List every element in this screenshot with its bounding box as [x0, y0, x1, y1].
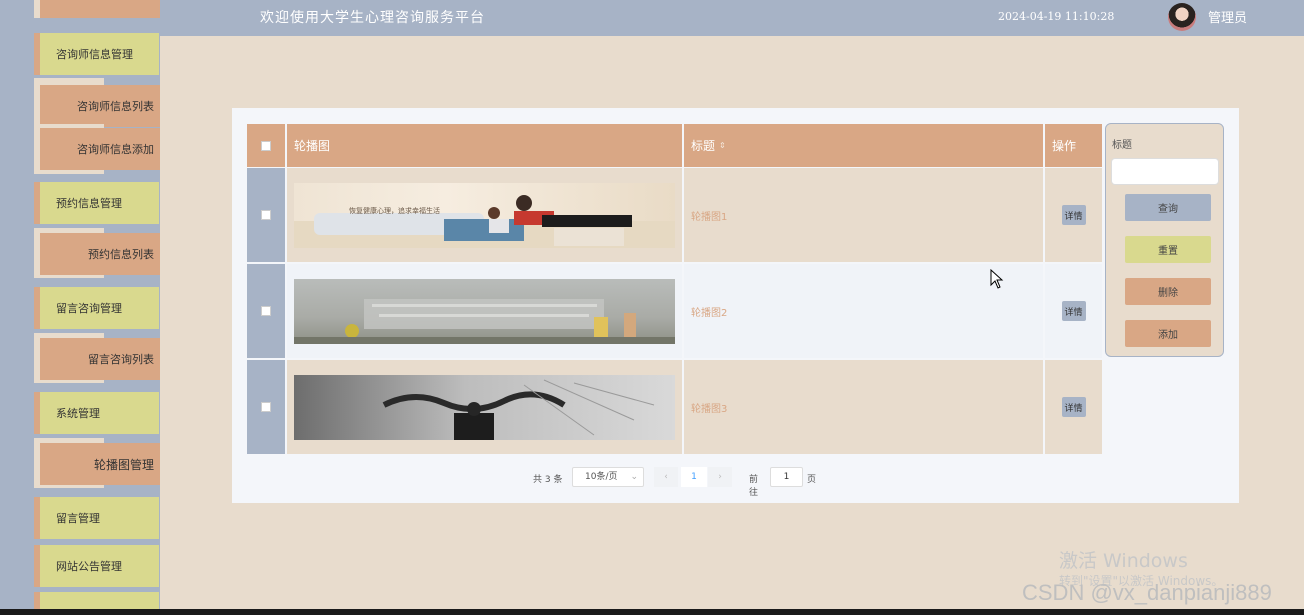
banner-image-1-art: 恢复健康心理，追求幸福生活 [294, 194, 675, 248]
banner-image-2-art [294, 298, 675, 344]
app-title: 欢迎使用大学生心理咨询服务平台 [260, 10, 485, 26]
sort-icon[interactable]: ⇕ [719, 141, 726, 150]
sidebar-item-label: 轮播图管理 [93, 457, 154, 472]
sidebar-item-message-management[interactable]: 留言管理 [34, 497, 159, 539]
row-title: 轮播图1 [691, 211, 728, 223]
user-role[interactable]: 管理员 [1208, 7, 1247, 26]
sidebar-item-carousel-management[interactable]: 轮播图管理 [40, 443, 160, 485]
sidebar-item-counselor-list[interactable]: 咨询师信息列表 [40, 85, 160, 127]
search-title-label: 标题 [1112, 140, 1132, 151]
search-panel: 标题 查询 重置 删除 添加 [1105, 123, 1224, 357]
detail-button[interactable]: 详情 [1061, 301, 1086, 321]
header-title-label: 标题 [691, 139, 716, 153]
banner-image-3 [294, 374, 675, 440]
sidebar: 咨询师信息管理 咨询师信息列表 咨询师信息添加 预约信息管理 预约信息列表 留言… [0, 0, 160, 615]
row-select[interactable] [247, 360, 287, 454]
sidebar-item-message-consult-management[interactable]: 留言咨询管理 [34, 287, 159, 329]
page-suffix-label: 页 [807, 475, 817, 485]
sidebar-item-cutoff[interactable] [34, 0, 160, 18]
sidebar-item-label: 咨询师信息添加 [77, 143, 154, 156]
row-ops-cell: 详情 [1045, 168, 1102, 262]
row-image-cell: 恢复健康心理，追求幸福生活 [287, 168, 684, 262]
row-select[interactable] [247, 264, 287, 358]
delete-button[interactable]: 删除 [1125, 278, 1211, 305]
total-count: 共 3 条 [533, 475, 563, 485]
sidebar-item-message-consult-list[interactable]: 留言咨询列表 [40, 338, 160, 380]
row-title: 轮播图3 [691, 403, 728, 415]
header-ops: 操作 [1045, 124, 1102, 167]
sidebar-item-label: 预约信息管理 [56, 197, 122, 210]
header-select-all[interactable] [247, 124, 287, 167]
avatar[interactable] [1168, 3, 1196, 31]
next-page-button[interactable]: › [708, 467, 732, 487]
table-row: 恢复健康心理，追求幸福生活 轮播图1 详情 [247, 168, 1102, 262]
sidebar-item-label: 网站公告管理 [56, 560, 122, 573]
banner-image-1: 恢复健康心理，追求幸福生活 [294, 182, 675, 248]
goto-label: 前往 [749, 475, 759, 498]
sidebar-item-label: 系统管理 [56, 407, 100, 420]
goto-page-input[interactable]: 1 [770, 467, 803, 487]
banner-1-caption: 恢复健康心理，追求幸福生活 [349, 206, 440, 215]
sidebar-item-system-management[interactable]: 系统管理 [34, 392, 159, 434]
sidebar-item-label: 咨询师信息列表 [77, 100, 154, 113]
sidebar-item-label: 留言咨询管理 [56, 302, 122, 315]
row-title: 轮播图2 [691, 307, 728, 319]
mouse-cursor-icon [990, 269, 1004, 289]
sidebar-item-label: 预约信息列表 [88, 248, 154, 261]
row-ops-cell: 详情 [1045, 264, 1102, 358]
sidebar-item-counselor-add[interactable]: 咨询师信息添加 [40, 128, 160, 170]
row-image-cell [287, 264, 684, 358]
header-image-label: 轮播图 [294, 139, 331, 153]
table-row: 轮播图3 详情 [247, 360, 1102, 454]
prev-page-button[interactable]: ‹ [654, 467, 678, 487]
select-all-checkbox[interactable] [261, 140, 271, 151]
windows-activation-title: 激活 Windows [1059, 550, 1188, 572]
row-title-cell: 轮播图1 [684, 168, 1045, 262]
row-ops-cell: 详情 [1045, 360, 1102, 454]
chevron-down-icon: ⌄ [630, 472, 638, 482]
chevron-right-icon: › [718, 472, 722, 482]
header-image: 轮播图 [287, 124, 684, 167]
table-header: 轮播图 标题 ⇕ 操作 [247, 124, 1102, 167]
row-image-cell [287, 360, 684, 454]
header-title[interactable]: 标题 ⇕ [684, 124, 1045, 167]
add-button[interactable]: 添加 [1125, 320, 1211, 347]
sidebar-item-counselor-management[interactable]: 咨询师信息管理 [34, 33, 159, 75]
table-row: 轮播图2 详情 [247, 264, 1102, 358]
current-datetime: 2024-04-19 11:10:28 [998, 10, 1115, 23]
row-checkbox[interactable] [261, 306, 271, 316]
row-title-cell: 轮播图3 [684, 360, 1045, 454]
detail-button[interactable]: 详情 [1061, 205, 1086, 225]
sidebar-item-label: 留言咨询列表 [88, 353, 154, 366]
sidebar-item-label: 留言管理 [56, 512, 100, 525]
row-select[interactable] [247, 168, 287, 262]
banner-image-3-art [382, 379, 655, 440]
search-title-input[interactable] [1111, 158, 1219, 185]
query-button[interactable]: 查询 [1125, 194, 1211, 221]
page-size-select[interactable]: 10条/页 ⌄ [572, 467, 644, 487]
row-checkbox[interactable] [261, 210, 271, 220]
page-number-current[interactable]: 1 [681, 467, 707, 487]
row-checkbox[interactable] [261, 402, 271, 412]
sidebar-item-notice-management[interactable]: 网站公告管理 [34, 545, 159, 587]
header-ops-label: 操作 [1052, 139, 1077, 153]
sidebar-item-booking-management[interactable]: 预约信息管理 [34, 182, 159, 224]
chevron-left-icon: ‹ [664, 472, 668, 482]
top-bar: 欢迎使用大学生心理咨询服务平台 2024-04-19 11:10:28 管理员 [160, 0, 1304, 36]
sidebar-item-booking-list[interactable]: 预约信息列表 [40, 233, 160, 275]
banner-image-2 [294, 278, 675, 344]
reset-button[interactable]: 重置 [1125, 236, 1211, 263]
page-size-value: 10条/页 [585, 472, 618, 482]
taskbar-edge [0, 609, 1304, 615]
csdn-watermark: CSDN @vx_danpianji889 [1022, 580, 1272, 605]
detail-button[interactable]: 详情 [1061, 397, 1086, 417]
sidebar-item-label: 咨询师信息管理 [56, 48, 133, 61]
